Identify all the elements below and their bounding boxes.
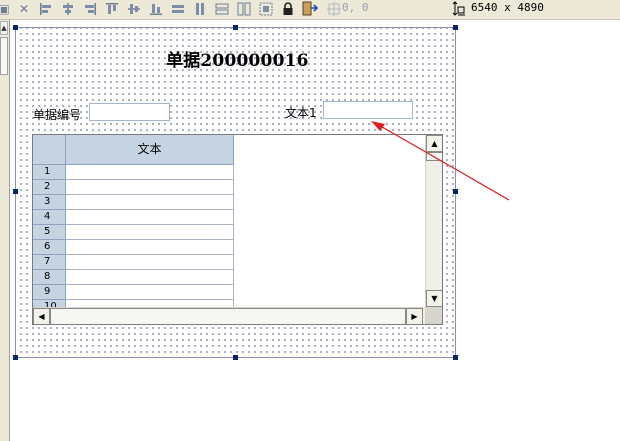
lock-icon[interactable] [280,1,296,17]
grid-icon[interactable] [258,1,274,17]
row-number[interactable]: 7 [33,255,66,270]
grid-row[interactable]: 9 [33,285,234,300]
row-number[interactable]: 2 [33,180,66,195]
toolbar: ▣ ✕ 0, 0 6540 x 4890 [0,0,620,20]
grid-vertical-scrollbar[interactable]: ▲ ▼ [425,135,442,307]
grid-row[interactable]: 3 [33,195,234,210]
grid-row[interactable]: 7 [33,255,234,270]
grid-cell[interactable] [66,165,234,180]
align-top-icon[interactable] [104,1,120,17]
grid-cell[interactable] [66,255,234,270]
grid-cell[interactable] [66,210,234,225]
resize-handle-top[interactable] [233,25,238,30]
grid-scroll-corner [425,307,442,324]
text1-label[interactable]: 文本1 [285,104,317,121]
row-number[interactable]: 4 [33,210,66,225]
grid-cell[interactable] [66,180,234,195]
align-left-icon[interactable] [38,1,54,17]
grid-row[interactable]: 8 [33,270,234,285]
position-readout: 0, 0 [342,1,369,14]
row-number[interactable]: 8 [33,270,66,285]
same-height-icon[interactable] [192,1,208,17]
size-readout: 6540 x 4890 [471,1,544,14]
center-horizontal-icon[interactable] [60,1,76,17]
same-width-icon[interactable] [170,1,186,17]
scroll-down-icon[interactable]: ▼ [426,290,442,307]
resize-handle-bottom-right[interactable] [453,355,458,360]
grid-row[interactable]: 5 [33,225,234,240]
align-right-icon[interactable] [82,1,98,17]
center-vertical-icon[interactable] [126,1,142,17]
resize-handle-bottom-left[interactable] [13,355,18,360]
grid-cell[interactable] [66,285,234,300]
grid-cell[interactable] [66,195,234,210]
bill-number-field[interactable] [89,103,170,121]
grid-cell[interactable] [66,240,234,255]
left-panel-scroll-up[interactable]: ▲ [0,21,8,35]
space-vertical-icon[interactable] [236,1,252,17]
row-number[interactable]: 9 [33,285,66,300]
cut-icon[interactable]: ✕ [16,1,32,17]
left-panel: ▲ [0,20,10,441]
scroll-left-icon[interactable]: ◀ [33,308,50,324]
grid-row[interactable]: 6 [33,240,234,255]
grid-corner-header[interactable] [33,135,66,165]
grid-horizontal-scrollbar[interactable]: ◀ ▶ [33,307,425,324]
row-number[interactable]: 6 [33,240,66,255]
text1-field[interactable] [323,101,413,119]
bill-number-label[interactable]: 单据编号 [33,106,81,123]
grid-row[interactable]: 2 [33,180,234,195]
align-bottom-icon[interactable] [148,1,164,17]
resize-handle-left[interactable] [13,189,18,194]
grid-row[interactable]: 1 [33,165,234,180]
resize-handle-right[interactable] [453,189,458,194]
scroll-up-icon[interactable]: ▲ [426,135,442,152]
data-grid[interactable]: 文本 1 2 3 4 5 6 7 8 9 10 ▲ ▼ ◀ ▶ [32,134,443,325]
tab-order-icon[interactable] [302,1,318,17]
resize-handle-top-left[interactable] [13,25,18,30]
position-icon [326,1,342,17]
resize-handle-bottom[interactable] [233,355,238,360]
scroll-right-icon[interactable]: ▶ [406,308,423,324]
row-number[interactable]: 5 [33,225,66,240]
size-icon [452,1,466,17]
vertical-scroll-thumb[interactable] [426,152,442,161]
left-panel-scroll-thumb[interactable] [0,37,8,75]
horizontal-scroll-thumb[interactable] [50,308,406,324]
row-number[interactable]: 3 [33,195,66,210]
grid-cell[interactable] [66,270,234,285]
resize-handle-top-right[interactable] [453,25,458,30]
align-icon[interactable]: ▣ [0,1,12,17]
row-number[interactable]: 1 [33,165,66,180]
space-horizontal-icon[interactable] [214,1,230,17]
grid-row[interactable]: 4 [33,210,234,225]
form-title[interactable]: 单据200000016 [166,46,309,71]
grid-column-header[interactable]: 文本 [66,135,234,165]
grid-cell[interactable] [66,225,234,240]
